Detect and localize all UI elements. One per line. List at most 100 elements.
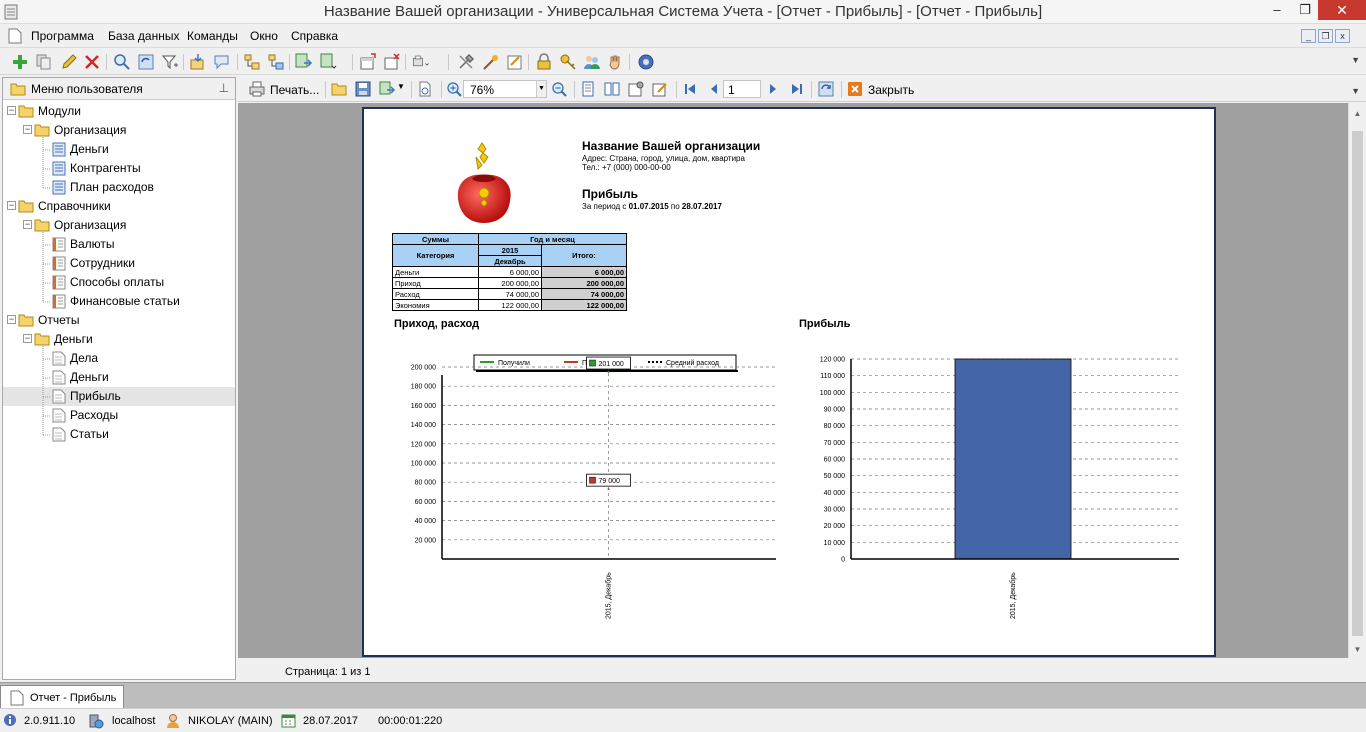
new-window-icon[interactable] bbox=[359, 53, 377, 71]
mdi-close-button[interactable]: x bbox=[1335, 29, 1350, 43]
zoom-out-icon[interactable] bbox=[551, 81, 567, 97]
menu-window[interactable]: Окно bbox=[250, 29, 278, 43]
tree-item[interactable]: Контрагенты bbox=[3, 159, 235, 178]
tree-collapse-toggle[interactable]: − bbox=[7, 201, 16, 210]
tree-down-icon[interactable] bbox=[267, 53, 285, 71]
wizard-icon[interactable] bbox=[482, 53, 500, 71]
vertical-scrollbar[interactable]: ▲ ▼ bbox=[1348, 103, 1366, 658]
toolbar-overflow-icon[interactable]: ▼ bbox=[1351, 55, 1360, 65]
period-from: 01.07.2015 bbox=[628, 202, 669, 211]
minimize-button[interactable]: – bbox=[1262, 0, 1292, 20]
search-icon[interactable] bbox=[113, 53, 131, 71]
tree-item-label: Контрагенты bbox=[70, 161, 141, 175]
page-number-input[interactable]: 1 bbox=[723, 80, 761, 98]
tools-icon[interactable] bbox=[457, 53, 475, 71]
report-viewport[interactable]: Название Вашей организации Адрес: Страна… bbox=[238, 103, 1348, 658]
first-page-icon[interactable] bbox=[682, 81, 698, 97]
last-page-icon[interactable] bbox=[789, 81, 805, 97]
host-text: localhost bbox=[112, 715, 156, 727]
edit-page-icon[interactable] bbox=[652, 81, 668, 97]
menu-database[interactable]: База данных bbox=[108, 29, 179, 43]
tree-item-label: План расходов bbox=[70, 180, 154, 194]
tab-profit-report[interactable]: Отчет - Прибыль bbox=[0, 685, 124, 709]
comment-icon[interactable] bbox=[213, 53, 231, 71]
export-report-icon[interactable] bbox=[379, 81, 395, 97]
mdi-minimize-button[interactable]: _ bbox=[1301, 29, 1316, 43]
refresh-report-icon[interactable] bbox=[818, 81, 834, 97]
add-icon[interactable] bbox=[11, 53, 29, 71]
menu-commands[interactable]: Команды bbox=[187, 29, 238, 43]
lock-icon[interactable] bbox=[535, 53, 553, 71]
scroll-up-icon[interactable]: ▲ bbox=[1349, 109, 1366, 118]
tree-item[interactable]: − Организация bbox=[3, 216, 235, 235]
row-category: Деньги bbox=[392, 266, 479, 278]
toolbar-separator bbox=[183, 54, 184, 70]
close-window-button[interactable]: ✕ bbox=[1318, 0, 1366, 20]
toolbar-separator bbox=[811, 81, 812, 98]
header-total: Итого: bbox=[541, 244, 627, 267]
tree-item[interactable]: Статьи bbox=[3, 425, 235, 444]
tree-item[interactable]: Сотрудники bbox=[3, 254, 235, 273]
close-report-icon[interactable] bbox=[848, 82, 862, 96]
zoom-dropdown-icon[interactable]: ▼ bbox=[536, 81, 546, 97]
scroll-down-icon[interactable]: ▼ bbox=[1349, 645, 1366, 654]
close-report-button[interactable]: Закрыть bbox=[868, 83, 914, 97]
maximize-button[interactable]: ❐ bbox=[1292, 0, 1318, 20]
tree-collapse-toggle[interactable]: − bbox=[23, 334, 32, 343]
page-setup-icon[interactable] bbox=[417, 81, 433, 97]
report-toolbar-overflow-icon[interactable]: ▼ bbox=[1351, 86, 1360, 96]
open-folder-icon[interactable] bbox=[331, 81, 347, 97]
tree-item[interactable]: Финансовые статьи bbox=[3, 292, 235, 311]
menu-program[interactable]: Программа bbox=[31, 29, 94, 43]
hand-icon[interactable] bbox=[607, 53, 625, 71]
page-settings-icon[interactable] bbox=[628, 81, 644, 97]
tree-up-icon[interactable] bbox=[243, 53, 261, 71]
refresh-icon[interactable] bbox=[137, 53, 155, 71]
export-icon[interactable] bbox=[295, 53, 313, 71]
key-icon[interactable] bbox=[559, 53, 577, 71]
one-page-icon[interactable] bbox=[580, 81, 596, 97]
tree-collapse-toggle[interactable]: − bbox=[23, 220, 32, 229]
tree-item[interactable]: Расходы bbox=[3, 406, 235, 425]
tree-collapse-toggle[interactable]: − bbox=[23, 125, 32, 134]
tree-item[interactable]: − Отчеты bbox=[3, 311, 235, 330]
two-pages-icon[interactable] bbox=[604, 81, 620, 97]
tree-item[interactable]: Способы оплаты bbox=[3, 273, 235, 292]
title-bar: Название Вашей организации - Универсальн… bbox=[0, 0, 1366, 24]
copy-icon[interactable] bbox=[35, 53, 53, 71]
tree-item[interactable]: Прибыль bbox=[3, 387, 235, 406]
help-icon[interactable] bbox=[637, 53, 655, 71]
export-dropdown-icon[interactable]: ▼ bbox=[397, 82, 405, 91]
note-icon[interactable] bbox=[506, 53, 524, 71]
tree-item[interactable]: − Деньги bbox=[3, 330, 235, 349]
edit-icon[interactable] bbox=[60, 53, 78, 71]
print-button[interactable]: Печать... bbox=[270, 83, 319, 97]
next-page-icon[interactable] bbox=[765, 81, 781, 97]
zoom-select[interactable]: 76% ▼ bbox=[463, 80, 547, 98]
tree-item[interactable]: План расходов bbox=[3, 178, 235, 197]
tree-item[interactable]: Валюты bbox=[3, 235, 235, 254]
tree-item[interactable]: − Организация bbox=[3, 121, 235, 140]
tree-collapse-toggle[interactable]: − bbox=[7, 315, 16, 324]
mdi-restore-button[interactable]: ❐ bbox=[1318, 29, 1333, 43]
tree-collapse-toggle[interactable]: − bbox=[7, 106, 16, 115]
zoom-in-icon[interactable] bbox=[446, 81, 462, 97]
pin-icon[interactable]: ⊥ bbox=[219, 81, 229, 95]
prev-page-icon[interactable] bbox=[706, 81, 722, 97]
close-window-icon[interactable] bbox=[383, 53, 401, 71]
tree-item[interactable]: − Справочники bbox=[3, 197, 235, 216]
tree-item[interactable]: − Модули bbox=[3, 102, 235, 121]
tree-item[interactable]: Деньги bbox=[3, 140, 235, 159]
scroll-thumb[interactable] bbox=[1352, 131, 1363, 636]
print-settings-icon[interactable] bbox=[412, 53, 430, 71]
export-menu-icon[interactable] bbox=[320, 53, 338, 71]
printer-icon[interactable] bbox=[249, 81, 265, 97]
tree-item[interactable]: Дела bbox=[3, 349, 235, 368]
filter-icon[interactable] bbox=[161, 53, 179, 71]
save-icon[interactable] bbox=[355, 81, 371, 97]
menu-help[interactable]: Справка bbox=[291, 29, 338, 43]
delete-icon[interactable] bbox=[83, 53, 101, 71]
import-icon[interactable] bbox=[189, 53, 207, 71]
users-icon[interactable] bbox=[583, 53, 601, 71]
tree-item[interactable]: Деньги bbox=[3, 368, 235, 387]
